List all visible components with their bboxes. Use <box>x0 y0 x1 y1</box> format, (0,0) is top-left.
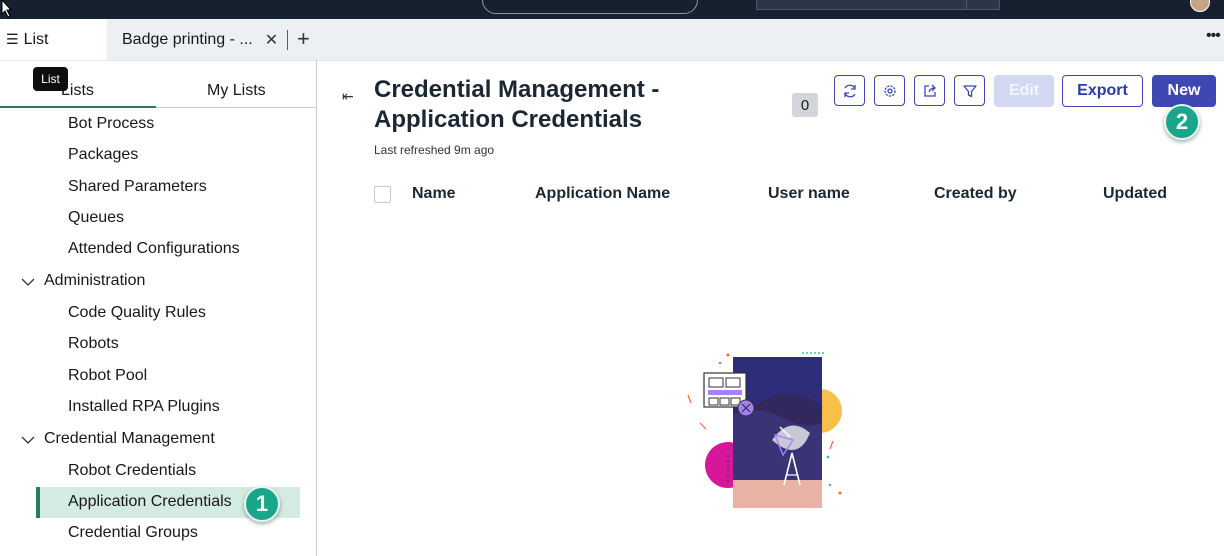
tab-badge-printing[interactable]: Badge printing - ... ✕ <box>107 19 287 60</box>
sidebar-item-shared-parameters[interactable]: Shared Parameters <box>68 178 207 196</box>
global-search-input[interactable] <box>756 0 968 10</box>
sidebar-divider <box>316 60 317 556</box>
empty-state-illustration <box>687 352 842 508</box>
tab-strip: ☰ List Badge printing - ... ✕ + ••• <box>0 19 1224 61</box>
chevron-down-icon[interactable] <box>21 277 35 287</box>
collapse-sidebar-icon[interactable]: ⇤ <box>342 88 354 105</box>
record-count-badge: 0 <box>792 93 818 117</box>
list-icon: ☰ <box>6 31 19 47</box>
tooltip: List <box>33 67 68 91</box>
tab-underline <box>156 107 316 108</box>
selected-item-indicator <box>36 487 40 518</box>
sidebar-tab-my-lists[interactable]: My Lists <box>207 82 266 100</box>
column-header-name[interactable]: Name <box>412 185 456 203</box>
refresh-icon <box>843 84 856 97</box>
select-all-checkbox[interactable] <box>374 186 391 203</box>
column-header-updated[interactable]: Updated <box>1103 185 1167 203</box>
tab-label: Badge printing - ... <box>122 30 253 48</box>
sidebar-item-code-quality-rules[interactable]: Code Quality Rules <box>68 304 206 322</box>
tab-label: List <box>23 30 49 48</box>
column-header-user-name[interactable]: User name <box>768 185 850 203</box>
edit-button[interactable]: Edit <box>994 75 1054 107</box>
add-tab-icon[interactable]: + <box>297 27 310 51</box>
tab-list[interactable]: ☰ List <box>0 19 107 60</box>
filter-button[interactable] <box>954 75 985 106</box>
global-search-pill[interactable] <box>482 0 698 14</box>
settings-icon <box>883 84 896 97</box>
sidebar-item-robot-credentials[interactable]: Robot Credentials <box>68 462 196 480</box>
sidebar-group-administration[interactable]: Administration <box>44 272 145 290</box>
step-marker-1: 1 <box>244 486 280 522</box>
refresh-button[interactable] <box>834 75 865 106</box>
column-header-created-by[interactable]: Created by <box>934 185 1017 203</box>
export-button[interactable]: Export <box>1062 75 1143 107</box>
sidebar-item-packages[interactable]: Packages <box>68 146 138 164</box>
sidebar-item-application-credentials[interactable]: Application Credentials <box>68 493 232 511</box>
share-icon <box>923 84 936 97</box>
sidebar-item-bot-process[interactable]: Bot Process <box>68 115 154 133</box>
column-header-application-name[interactable]: Application Name <box>535 185 670 203</box>
sidebar-item-robot-pool[interactable]: Robot Pool <box>68 367 147 385</box>
new-button[interactable]: New <box>1152 75 1216 107</box>
tab-divider <box>287 30 288 50</box>
step-marker-2: 2 <box>1164 104 1200 140</box>
sidebar-item-attended-configurations[interactable]: Attended Configurations <box>68 240 240 258</box>
settings-button[interactable] <box>874 75 905 106</box>
filter-icon <box>962 84 977 97</box>
sidebar-item-installed-rpa-plugins[interactable]: Installed RPA Plugins <box>68 398 220 416</box>
chevron-down-icon[interactable] <box>21 435 35 445</box>
more-options-icon[interactable]: ••• <box>1206 27 1221 45</box>
sidebar-group-credential-management[interactable]: Credential Management <box>44 430 215 448</box>
last-refreshed-text: Last refreshed 9m ago <box>374 143 495 157</box>
top-nav-bar <box>0 0 1224 19</box>
share-button[interactable] <box>914 75 945 106</box>
mouse-cursor-icon <box>1 0 13 18</box>
sidebar-item-robots[interactable]: Robots <box>68 335 119 353</box>
global-search-button[interactable] <box>966 0 1000 10</box>
avatar[interactable] <box>1190 0 1210 12</box>
close-icon[interactable]: ✕ <box>265 30 278 50</box>
page-title: Credential Management - Application Cred… <box>374 76 660 133</box>
active-tab-indicator <box>0 106 156 108</box>
sidebar-item-credential-groups[interactable]: Credential Groups <box>68 524 198 542</box>
sidebar-item-queues[interactable]: Queues <box>68 209 124 227</box>
